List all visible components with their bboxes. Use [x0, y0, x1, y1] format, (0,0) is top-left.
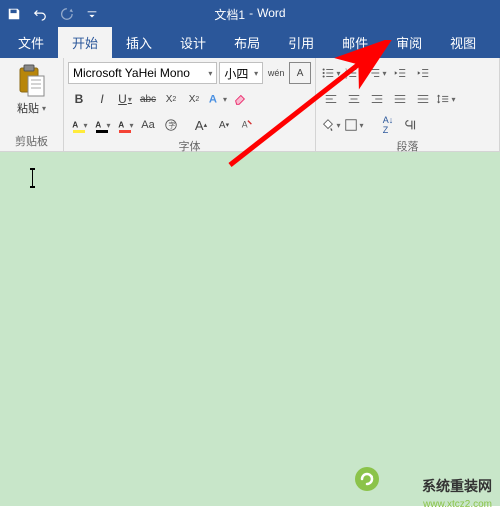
font-name-combo[interactable]: Microsoft YaHei Mono ▾ [68, 62, 217, 84]
svg-text:A: A [96, 120, 102, 129]
borders-button[interactable]: ▾ [343, 114, 365, 136]
watermark-logo-icon [354, 466, 380, 492]
quick-access-toolbar [6, 6, 100, 22]
strikethrough-button[interactable]: abc [137, 88, 159, 110]
sort-button[interactable]: A↓Z [377, 114, 399, 136]
tab-mail[interactable]: 邮件 [328, 27, 382, 58]
document-canvas[interactable] [0, 152, 500, 506]
phonetic-guide-button[interactable]: wén [265, 62, 287, 84]
font-size-combo[interactable]: 小四 ▾ [219, 62, 263, 84]
font-name-value: Microsoft YaHei Mono [73, 66, 190, 80]
chevron-down-icon: ▾ [42, 104, 46, 113]
watermark-brand: 系统重装网 [422, 476, 492, 496]
tab-references[interactable]: 引用 [274, 27, 328, 58]
line-spacing-button[interactable]: ▾ [435, 88, 457, 110]
svg-text:字: 字 [168, 121, 175, 130]
tab-insert[interactable]: 插入 [112, 27, 166, 58]
char-border-button[interactable]: A [289, 62, 311, 84]
qat-dropdown-icon[interactable] [84, 6, 100, 22]
svg-text:A: A [73, 120, 79, 129]
ribbon-tabs: 文件 开始 插入 设计 布局 引用 邮件 审阅 视图 帮助 [0, 28, 500, 58]
eraser-icon[interactable] [229, 88, 251, 110]
clipboard-group-label: 剪贴板 [4, 131, 59, 149]
watermark-url: www.xtcz2.com [423, 499, 492, 510]
ribbon: 粘贴 ▾ 剪贴板 Microsoft YaHei Mono ▾ 小四 ▾ wén… [0, 58, 500, 152]
title-bar: 文档1 - Word [0, 0, 500, 28]
align-left-button[interactable] [320, 88, 342, 110]
font-size-value: 小四 [224, 65, 248, 82]
bold-button[interactable]: B [68, 88, 90, 110]
clipboard-group: 粘贴 ▾ 剪贴板 [0, 58, 64, 151]
doc-name: 文档1 [214, 6, 245, 23]
char-shading-button[interactable]: A▾ [91, 114, 113, 136]
decrease-indent-button[interactable] [389, 62, 411, 84]
chevron-down-icon: ▾ [254, 69, 258, 78]
tab-design[interactable]: 设计 [166, 27, 220, 58]
redo-icon[interactable] [58, 6, 74, 22]
paragraph-group: ▾ 123▾ ▾ ▾ ▾ ▾ A↓Z 段落 [316, 58, 500, 151]
tab-view[interactable]: 视图 [436, 27, 490, 58]
svg-text:A: A [209, 94, 217, 106]
highlight-button[interactable]: A▾ [68, 114, 90, 136]
window-title: 文档1 - Word [214, 6, 285, 23]
tab-home[interactable]: 开始 [58, 27, 112, 58]
tab-review[interactable]: 审阅 [382, 27, 436, 58]
svg-text:3: 3 [345, 74, 348, 79]
app-name: Word [257, 6, 285, 23]
grow-font-button[interactable]: A▴ [190, 114, 212, 136]
justify-button[interactable] [389, 88, 411, 110]
tab-layout[interactable]: 布局 [220, 27, 274, 58]
bullet-list-button[interactable]: ▾ [320, 62, 342, 84]
show-marks-button[interactable] [400, 114, 422, 136]
paste-icon [18, 64, 46, 98]
text-effects-button[interactable]: A▾ [206, 88, 228, 110]
subscript-button[interactable]: X2 [160, 88, 182, 110]
tab-file[interactable]: 文件 [4, 27, 58, 58]
change-case-button[interactable]: Aa [137, 114, 159, 136]
save-icon[interactable] [6, 6, 22, 22]
paste-button[interactable]: 粘贴 ▾ [4, 62, 59, 116]
align-right-button[interactable] [366, 88, 388, 110]
underline-button[interactable]: U▾ [114, 88, 136, 110]
shading-button[interactable]: ▾ [320, 114, 342, 136]
undo-icon[interactable] [32, 6, 48, 22]
circled-char-button[interactable]: 字 [160, 114, 182, 136]
multilevel-list-button[interactable]: ▾ [366, 62, 388, 84]
svg-text:A: A [242, 120, 248, 130]
superscript-button[interactable]: X2 [183, 88, 205, 110]
distributed-button[interactable] [412, 88, 434, 110]
svg-text:A: A [119, 120, 125, 129]
font-group: Microsoft YaHei Mono ▾ 小四 ▾ wén A B I U▾… [64, 58, 316, 151]
align-center-button[interactable] [343, 88, 365, 110]
shrink-font-button[interactable]: A▾ [213, 114, 235, 136]
increase-indent-button[interactable] [412, 62, 434, 84]
tab-help[interactable]: 帮助 [490, 27, 500, 58]
clear-format-button[interactable]: A [236, 114, 258, 136]
number-list-button[interactable]: 123▾ [343, 62, 365, 84]
text-cursor [32, 170, 33, 186]
paste-label: 粘贴 ▾ [17, 100, 46, 116]
chevron-down-icon: ▾ [208, 69, 212, 78]
font-color-button[interactable]: A▾ [114, 114, 136, 136]
italic-button[interactable]: I [91, 88, 113, 110]
